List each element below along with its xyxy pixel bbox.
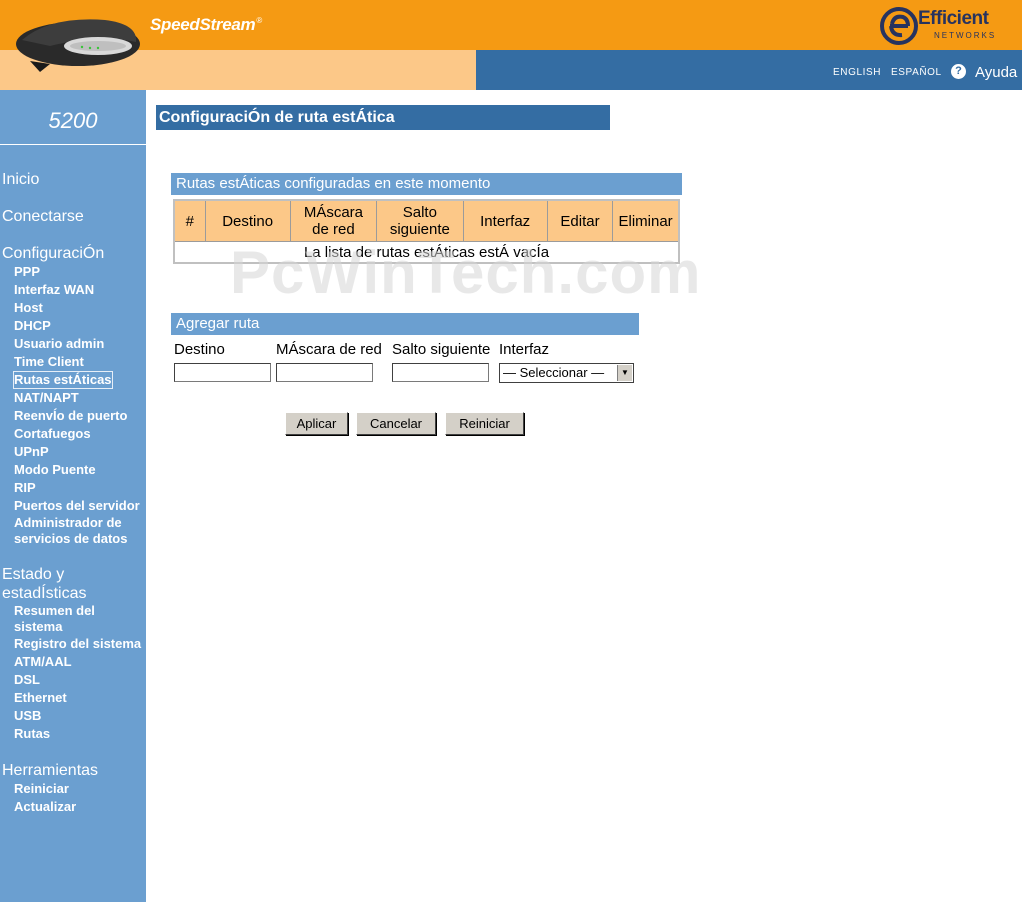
model-number: 5200 xyxy=(48,108,98,133)
chevron-down-icon[interactable]: ▼ xyxy=(617,365,632,381)
sidebar-divider xyxy=(0,144,146,145)
nav-resumen-line1[interactable]: Resumen del xyxy=(14,603,95,619)
help-icon[interactable]: ? xyxy=(951,64,966,79)
nav-inicio[interactable]: Inicio xyxy=(2,170,39,189)
destino-label: Destino xyxy=(174,341,225,358)
add-route-section-header: Agregar ruta xyxy=(171,313,639,335)
english-link[interactable]: ENGLISH xyxy=(833,67,881,78)
nav-rip[interactable]: RIP xyxy=(14,480,36,496)
logo-subtitle: NETWORKS xyxy=(934,31,997,40)
nav-registro-sistema[interactable]: Registro del sistema xyxy=(14,636,141,652)
nav-estado-line1[interactable]: Estado y xyxy=(2,565,64,584)
efficient-networks-logo: Efficient NETWORKS xyxy=(878,4,1018,48)
nav-configuracion[interactable]: ConfiguraciÓn xyxy=(2,244,104,263)
nav-reenvio-puerto[interactable]: ReenvÍo de puerto xyxy=(14,408,127,424)
help-link[interactable]: Ayuda xyxy=(975,64,1017,81)
col-mascara: MÁscara de red xyxy=(289,199,378,242)
modem-image xyxy=(16,19,140,72)
sidebar: 5200 Inicio Conectarse ConfiguraciÓn PPP… xyxy=(0,90,146,902)
nav-actualizar[interactable]: Actualizar xyxy=(14,799,76,815)
nav-admin-servicios-line1[interactable]: Administrador de xyxy=(14,515,122,531)
nav-admin-servicios-line2[interactable]: servicios de datos xyxy=(14,531,127,547)
mascara-label: MÁscara de red xyxy=(276,341,382,358)
nav-rutas[interactable]: Rutas xyxy=(14,726,50,742)
nav-nat-napt[interactable]: NAT/NAPT xyxy=(14,390,79,406)
salto-label: Salto siguiente xyxy=(392,341,491,358)
brand-name: SpeedStream® xyxy=(150,15,262,34)
col-destino: Destino xyxy=(204,199,291,242)
nav-interfaz-wan[interactable]: Interfaz WAN xyxy=(14,282,94,298)
e-logo-icon xyxy=(880,7,918,45)
nav-ethernet[interactable]: Ethernet xyxy=(14,690,67,706)
nav-host[interactable]: Host xyxy=(14,300,43,316)
nav-rutas-estaticas[interactable]: Rutas estÁticas xyxy=(13,371,113,389)
nav-dhcp[interactable]: DHCP xyxy=(14,318,51,334)
routes-section-header: Rutas estÁticas configuradas en este mom… xyxy=(171,173,682,195)
interfaz-select[interactable]: — Seleccionar — ▼ xyxy=(499,363,634,383)
page-title: ConfiguraciÓn de ruta estÁtica xyxy=(156,105,610,130)
nav-puertos-servidor[interactable]: Puertos del servidor xyxy=(14,498,140,514)
mascara-input[interactable] xyxy=(276,363,373,382)
interfaz-select-value: — Seleccionar — xyxy=(503,365,605,380)
salto-input[interactable] xyxy=(392,363,489,382)
reset-button[interactable]: Reiniciar xyxy=(445,412,524,435)
nav-estado-line2[interactable]: estadÍsticas xyxy=(2,584,86,603)
nav-cortafuegos[interactable]: Cortafuegos xyxy=(14,426,91,442)
col-interfaz: Interfaz xyxy=(462,199,548,242)
nav-usb[interactable]: USB xyxy=(14,708,41,724)
nav-time-client[interactable]: Time Client xyxy=(14,354,84,370)
routes-table-header: # Destino MÁscara de red Salto siguiente I… xyxy=(173,199,680,242)
col-editar: Editar xyxy=(546,199,614,242)
col-eliminar: Eliminar xyxy=(612,199,680,242)
espanol-link[interactable]: ESPAÑOL xyxy=(891,67,942,78)
nav-atm-aal[interactable]: ATM/AAL xyxy=(14,654,72,670)
nav-ppp[interactable]: PPP xyxy=(14,264,40,280)
nav-dsl[interactable]: DSL xyxy=(14,672,40,688)
col-num: # xyxy=(173,199,206,242)
interfaz-label: Interfaz xyxy=(499,341,550,358)
logo-wordmark: Efficient xyxy=(918,8,989,29)
destino-input[interactable] xyxy=(174,363,271,382)
nav-herramientas[interactable]: Herramientas xyxy=(2,761,98,780)
nav-resumen-line2[interactable]: sistema xyxy=(14,619,62,635)
nav-usuario-admin[interactable]: Usuario admin xyxy=(14,336,104,352)
watermark: PcWinTech.com xyxy=(230,239,702,306)
apply-button[interactable]: Aplicar xyxy=(285,412,348,435)
nav-conectarse[interactable]: Conectarse xyxy=(2,207,84,226)
col-salto: Salto siguiente xyxy=(376,199,464,242)
nav-reiniciar[interactable]: Reiniciar xyxy=(14,781,69,797)
cancel-button[interactable]: Cancelar xyxy=(356,412,436,435)
nav-modo-puente[interactable]: Modo Puente xyxy=(14,462,96,478)
nav-upnp[interactable]: UPnP xyxy=(14,444,49,460)
